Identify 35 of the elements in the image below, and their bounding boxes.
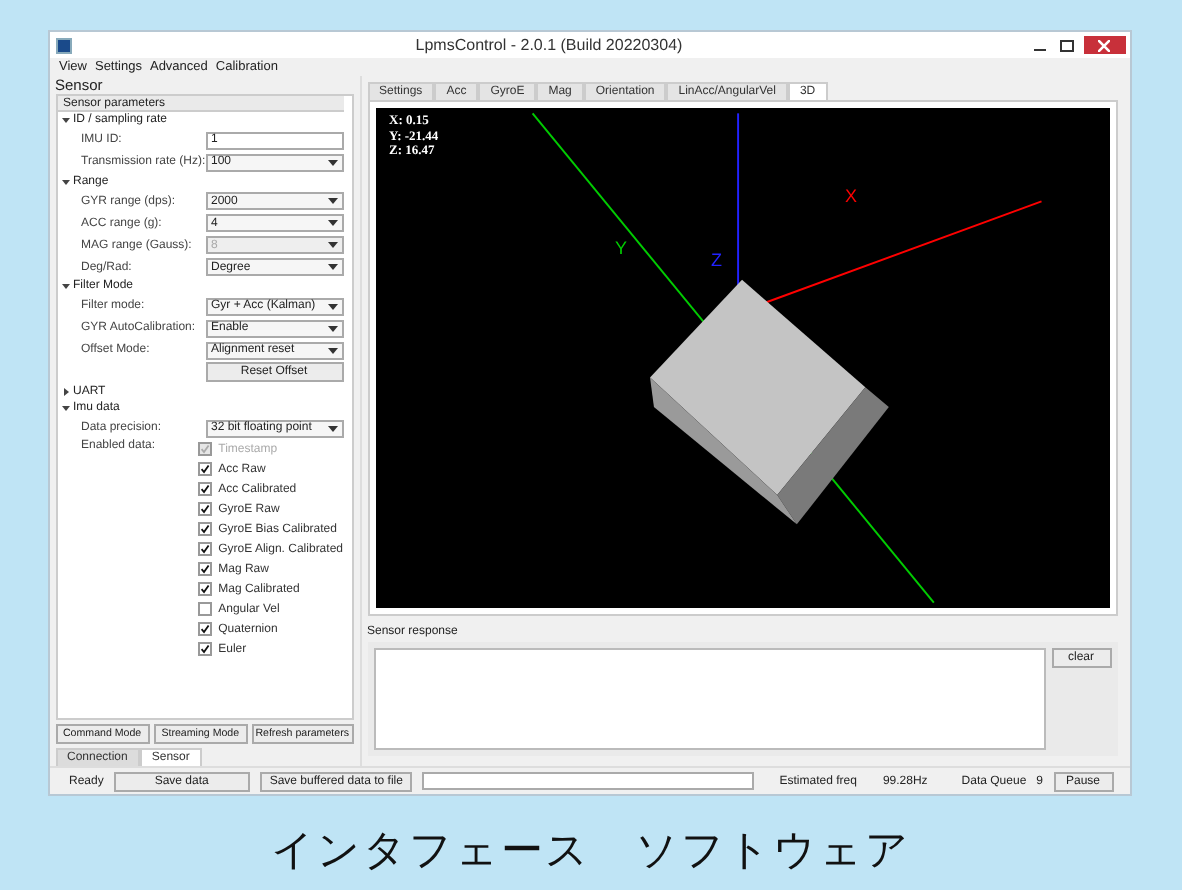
checkbox[interactable] — [198, 542, 213, 556]
expanded-arrow-icon — [61, 282, 69, 291]
caret-icon — [327, 242, 337, 248]
axis-label: Y — [615, 240, 628, 258]
checkbox[interactable] — [198, 522, 213, 536]
app-icon — [55, 37, 71, 53]
checkbox[interactable] — [198, 562, 213, 576]
caret-icon — [327, 264, 337, 270]
checkbox[interactable] — [198, 622, 213, 636]
checkbox[interactable] — [198, 462, 213, 476]
maximize-icon — [1060, 39, 1074, 51]
caret-icon — [327, 325, 337, 331]
caret-icon — [327, 425, 337, 431]
checkbox[interactable] — [198, 642, 213, 656]
axis-label: Z — [711, 252, 722, 270]
file-field[interactable] — [422, 772, 754, 790]
maximize-button[interactable] — [1055, 36, 1079, 54]
caption: インタフェース ソフトウェア — [271, 824, 911, 878]
expanded-arrow-icon — [61, 404, 69, 413]
caret-icon — [327, 220, 337, 226]
collapsed-arrow-icon — [61, 387, 69, 396]
window-title: LpmsControl - 2.0.1 (Build 20220304) — [413, 36, 685, 54]
expanded-arrow-icon — [61, 177, 69, 186]
caret-icon — [327, 303, 337, 309]
expanded-arrow-icon — [61, 116, 69, 125]
checkbox[interactable] — [198, 482, 213, 496]
close-icon — [1098, 39, 1110, 51]
caret-icon — [327, 198, 337, 204]
checkbox[interactable] — [198, 582, 213, 596]
checkbox[interactable] — [198, 602, 213, 616]
close-button[interactable] — [1083, 36, 1125, 54]
caret-icon — [327, 347, 337, 353]
axis-label: X — [845, 188, 858, 206]
checkbox[interactable] — [198, 502, 213, 516]
caret-icon — [327, 159, 337, 165]
